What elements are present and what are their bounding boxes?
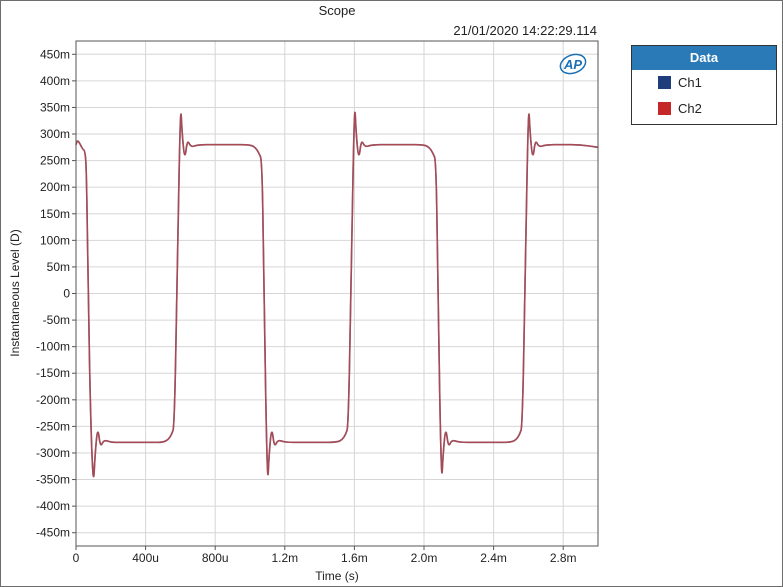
x-axis-ticks: 0 400u 800u 1.2m 1.6m 2.0m 2.4m 2.8m — [73, 546, 577, 565]
timestamp-label: 21/01/2020 14:22:29.114 — [453, 23, 597, 38]
ch1-swatch — [658, 76, 671, 89]
y-tick-label: -400m — [36, 499, 70, 513]
y-axis-ticks: 450m 400m 350m 300m 250m 200m 150m 100m 50m 0 -50m… — [36, 47, 76, 540]
y-tick-label: 150m — [40, 207, 70, 221]
svg-text:AP: AP — [563, 57, 582, 72]
x-tick-label: 2.4m — [480, 551, 507, 565]
y-tick-label: -250m — [36, 419, 70, 433]
ch2-swatch — [658, 102, 671, 115]
y-tick-label: 0 — [63, 287, 70, 301]
y-tick-label: 200m — [40, 180, 70, 194]
legend-item-ch2[interactable]: Ch2 — [632, 96, 776, 122]
legend-label-ch2: Ch2 — [678, 101, 702, 116]
y-tick-label: 400m — [40, 74, 70, 88]
y-tick-label: -50m — [43, 313, 70, 327]
y-tick-label: 100m — [40, 233, 70, 247]
x-tick-label: 400u — [132, 551, 159, 565]
y-tick-label: -300m — [36, 446, 70, 460]
y-axis-title: Instantaneous Level (D) — [8, 229, 22, 356]
legend-title: Data — [632, 46, 776, 70]
y-tick-label: -200m — [36, 393, 70, 407]
y-tick-label: -100m — [36, 340, 70, 354]
x-tick-label: 2.0m — [411, 551, 438, 565]
chart-title: Scope — [319, 3, 356, 18]
legend-panel: Data Ch1 Ch2 — [631, 45, 777, 125]
scope-window: Scope 21/01/2020 14:22:29.114 450m 400m 35… — [0, 0, 783, 587]
x-tick-label: 1.2m — [271, 551, 298, 565]
x-tick-label: 0 — [73, 551, 80, 565]
x-axis-title: Time (s) — [315, 569, 359, 583]
x-tick-label: 800u — [202, 551, 229, 565]
y-tick-label: 450m — [40, 47, 70, 61]
y-tick-label: 350m — [40, 100, 70, 114]
y-tick-label: 300m — [40, 127, 70, 141]
y-tick-label: -350m — [36, 473, 70, 487]
y-tick-label: 250m — [40, 154, 70, 168]
legend-label-ch1: Ch1 — [678, 75, 702, 90]
y-tick-label: 50m — [47, 260, 70, 274]
legend-item-ch1[interactable]: Ch1 — [632, 70, 776, 96]
y-tick-label: -150m — [36, 366, 70, 380]
x-tick-label: 1.6m — [341, 551, 368, 565]
y-tick-label: -450m — [36, 526, 70, 540]
x-tick-label: 2.8m — [550, 551, 577, 565]
